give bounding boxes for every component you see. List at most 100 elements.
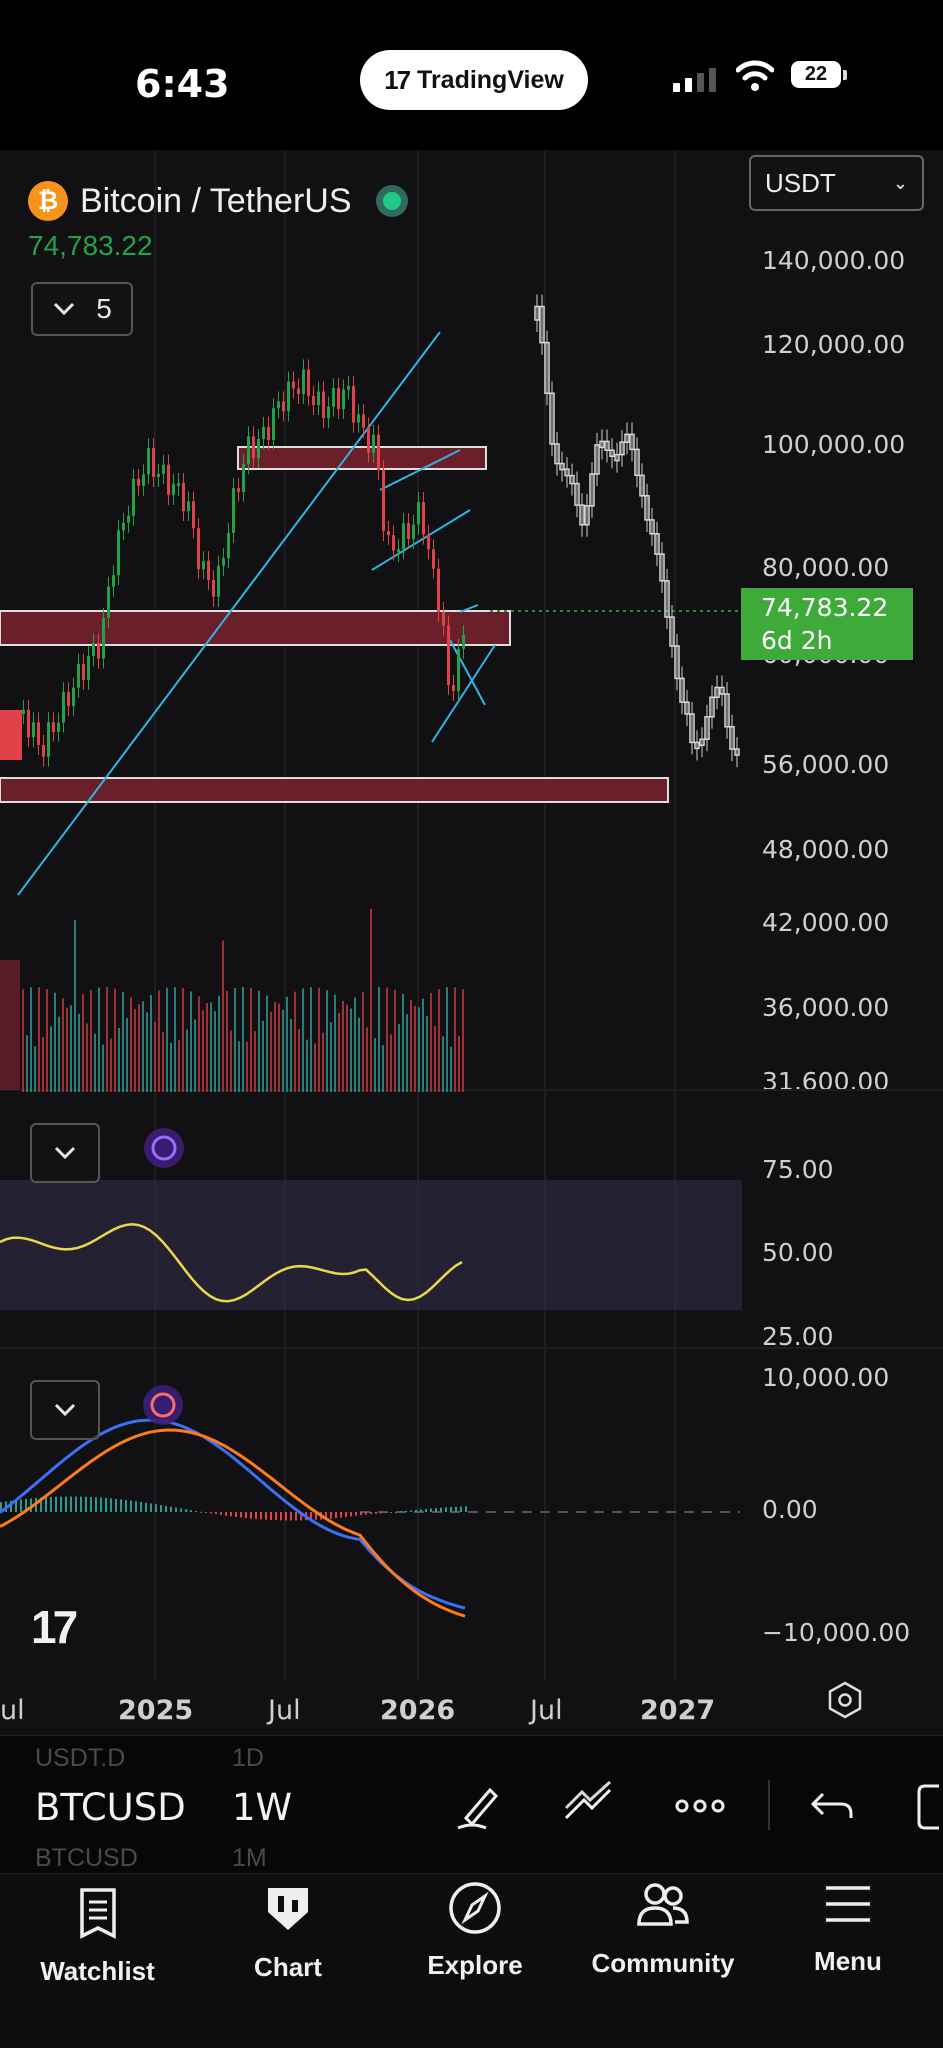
volume-bar [458, 1035, 460, 1092]
tab-menu[interactable]: Menu [808, 1874, 888, 2048]
volume-bar [326, 990, 328, 1092]
market-open-icon [375, 185, 408, 217]
status-bar: 6:43 17 TradingView 22 [0, 0, 943, 150]
volume-bar [182, 988, 184, 1092]
volume-bar [358, 1017, 360, 1092]
wifi-icon [736, 60, 774, 91]
volume-bar [254, 1031, 256, 1092]
volume-bar [418, 1007, 420, 1092]
macd-histogram-bar [225, 1512, 227, 1516]
candle [137, 478, 140, 486]
btc-logo-icon: ₿ [28, 181, 68, 221]
macd-histogram-bar [65, 1496, 67, 1512]
price-axis-label: 56,000.00 [762, 750, 890, 779]
macd-pane-toggle-button[interactable] [30, 1380, 100, 1440]
interval-selector[interactable]: 1W [232, 1786, 292, 1829]
macd-histogram-bar [190, 1510, 192, 1512]
candle [412, 524, 415, 540]
symbol-header[interactable]: ₿ Bitcoin / TetherUS [28, 177, 408, 225]
macd-histogram-bar [150, 1503, 152, 1512]
candle [392, 535, 395, 551]
macd-histogram-bar [405, 1510, 407, 1512]
zone-mid [0, 610, 511, 646]
tradingview-pill[interactable]: 17 TradingView [360, 50, 588, 110]
candle [67, 692, 70, 707]
candle [337, 388, 340, 410]
candle [272, 408, 275, 440]
volume-bar [266, 995, 268, 1092]
volume-bar [402, 993, 404, 1092]
volume-bar [130, 997, 132, 1092]
macd-histogram-bar [335, 1512, 337, 1519]
candle [57, 722, 60, 732]
chart-area[interactable]: ₿ Bitcoin / TetherUS 74,783.22 5 USDT ⌄ … [0, 150, 943, 1735]
currency-select[interactable]: USDT ⌄ [749, 155, 924, 211]
sync-icon-rsi [144, 1128, 184, 1168]
macd-histogram-bar [330, 1512, 332, 1519]
macd-histogram-bar [80, 1496, 82, 1512]
macd-histogram-bar [145, 1502, 147, 1512]
rsi-band [0, 1180, 742, 1310]
candle [242, 464, 245, 492]
candle [452, 684, 455, 691]
fullscreen-icon[interactable] [915, 1778, 943, 1834]
volume-bar [290, 1018, 292, 1092]
macd-histogram-bar [465, 1506, 467, 1512]
tab-chart[interactable]: Chart [238, 1874, 338, 2048]
candle [442, 611, 445, 626]
tab-explore[interactable]: Explore [420, 1874, 530, 2048]
candle [147, 448, 150, 475]
macd-histogram-bar [460, 1506, 462, 1512]
settings-hex-icon[interactable] [825, 1680, 865, 1720]
candle [167, 464, 170, 495]
macd-histogram-bar [345, 1512, 347, 1518]
undo-icon[interactable] [805, 1778, 861, 1834]
ticker-selector[interactable]: BTCUSD [35, 1786, 186, 1829]
macd-histogram-bar [130, 1500, 132, 1512]
ticker-ghost-top: USDT.D [35, 1744, 126, 1772]
macd-histogram-bar [295, 1512, 297, 1521]
volume-bar [118, 1027, 120, 1092]
candle [417, 502, 420, 525]
tab-community[interactable]: Community [588, 1874, 738, 2048]
time-axis-label: Jul [530, 1695, 563, 1726]
volume-bar [234, 988, 236, 1092]
candle [422, 502, 425, 535]
candle [32, 722, 35, 738]
macd-histogram-bar [390, 1512, 392, 1513]
macd-histogram-bar [220, 1512, 222, 1515]
volume-bars [22, 908, 464, 1092]
candle [327, 406, 330, 419]
candle [397, 549, 400, 553]
volume-bar [398, 1023, 400, 1092]
candle [432, 549, 435, 569]
volume-bar [38, 987, 40, 1092]
indicators-toggle-button[interactable]: 5 [31, 282, 133, 336]
more-icon[interactable] [672, 1778, 728, 1834]
candle [362, 414, 365, 428]
volume-bar [102, 1044, 104, 1092]
price-axis-label: 42,000.00 [762, 908, 890, 937]
tab-label: Community [591, 1948, 735, 1978]
volume-bar [98, 987, 100, 1092]
candle [307, 369, 310, 396]
zone-top [237, 446, 487, 470]
pen-icon[interactable] [452, 1778, 508, 1834]
volume-bar [174, 987, 176, 1092]
macd-line [0, 1418, 466, 1610]
tradingview-pill-label: TradingView [417, 65, 564, 94]
candle [317, 391, 320, 406]
volume-bar [58, 1016, 60, 1092]
macd-histogram-bar [450, 1507, 452, 1512]
rsi-pane-toggle-button[interactable] [30, 1123, 100, 1183]
symbol-name[interactable]: Bitcoin / TetherUS [80, 182, 352, 221]
candle [122, 522, 125, 531]
zones [0, 446, 669, 1090]
volume-bar [378, 987, 380, 1092]
candle [222, 558, 225, 566]
drawing-tools-icon[interactable] [560, 1778, 616, 1834]
macd-histogram-bar [265, 1512, 267, 1520]
macd-histogram-bar [75, 1496, 77, 1512]
tab-watchlist[interactable]: Watchlist [35, 1874, 160, 2048]
volume-bar [230, 1030, 232, 1092]
